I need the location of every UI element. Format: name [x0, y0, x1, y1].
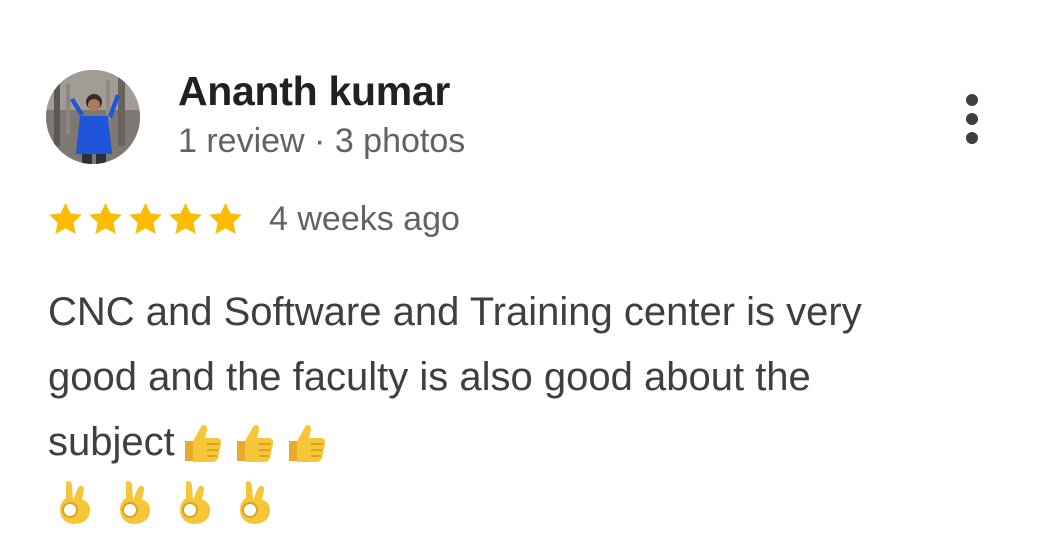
review-text-line: good and the faculty is also good about …: [48, 355, 811, 399]
thumbs-up-emoji: [184, 424, 222, 462]
avatar[interactable]: [46, 70, 140, 164]
author-name[interactable]: Ananth kumar: [178, 68, 450, 115]
more-options-button[interactable]: [950, 88, 996, 150]
review-card: Ananth kumar 1 review · 3 photos 4 weeks…: [0, 0, 1056, 557]
review-time: 4 weeks ago: [269, 199, 460, 238]
more-vert-icon-dot: [966, 132, 978, 144]
thumbs-up-emojis: [179, 421, 327, 465]
author-meta: 1 review · 3 photos: [178, 122, 466, 160]
ok-hand-emoji: [60, 481, 90, 524]
rating-row: 4 weeks ago: [46, 196, 460, 242]
review-text: CNC and Software and Training center is …: [48, 280, 1008, 475]
star-icon: [89, 202, 122, 234]
ok-hand-emoji: [180, 481, 210, 524]
thumbs-up-emoji: [236, 424, 274, 462]
review-text-line: CNC and Software and Training center is …: [48, 290, 862, 334]
ok-hand-emojis: [54, 478, 276, 526]
ok-hand-emoji: [240, 481, 270, 524]
thumbs-up-emoji: [288, 424, 326, 462]
review-text-line-3: subject: [48, 410, 1008, 475]
more-vert-icon: [966, 94, 978, 106]
ok-hand-emoji: [120, 481, 150, 524]
user-photo-icon: [46, 70, 140, 164]
review-text-last-word: subject: [48, 420, 175, 464]
star-icon: [209, 202, 242, 234]
star-rating: [46, 200, 245, 238]
star-icon: [129, 202, 162, 234]
more-vert-icon-dot: [966, 113, 978, 125]
star-icon: [49, 202, 82, 234]
star-icon: [169, 202, 202, 234]
